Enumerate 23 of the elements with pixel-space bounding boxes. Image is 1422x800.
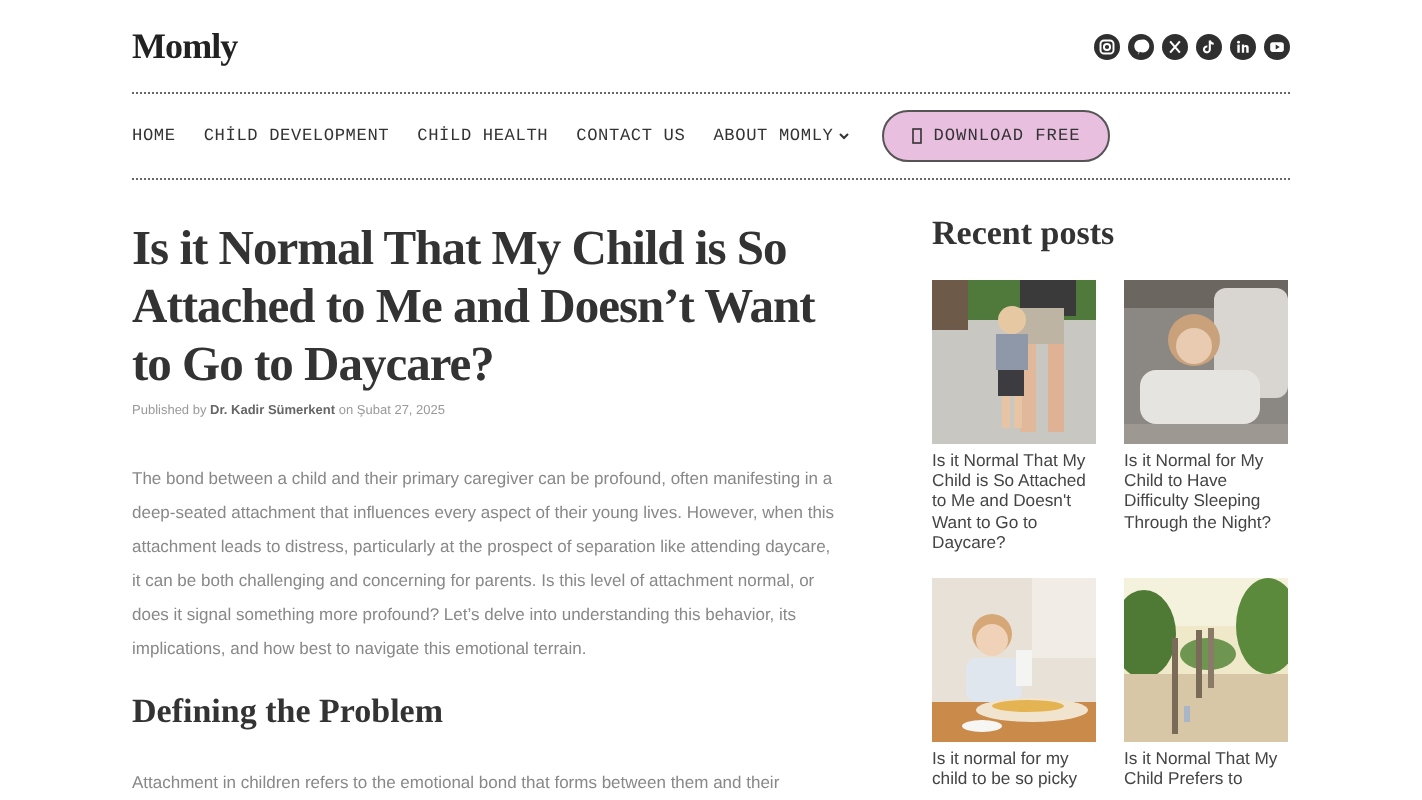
chevron-down-icon	[837, 129, 850, 142]
post-link[interactable]: Is it Normal That My Child Prefers to	[1124, 747, 1288, 789]
download-button[interactable]: DOWNLOAD FREE	[881, 110, 1111, 162]
site-logo[interactable]: Momly	[132, 19, 238, 73]
box-icon	[911, 128, 922, 144]
nav-link[interactable]: CHİLD DEVELOPMENT	[203, 123, 390, 149]
paragraph: The bond between a child and their primary caregiver can be profound, often manifesting in a deep-seated attachment that influences every aspect of their young lives. However, when this attachment leads to distress, particularly at the prospect of separation like attending daycare, it can be both challenging and concerning for parents. Is this level of attachment normal, or does it signal something more profound? Let’s delve into understanding this behavior, its implications, and how best to navigate this emotional terrain.	[132, 465, 837, 662]
article-title: Is it Normal That My Child is So Attached to Me and Doesn’t Want to Go to Daycare?	[132, 220, 818, 394]
sidebar-title: Recent posts	[932, 212, 1117, 256]
nav-link[interactable]: ABOUT MOMLY	[713, 123, 850, 149]
post-link[interactable]: Is it Normal for My Child to Have Difficulty Sleeping Through the Night?	[1124, 449, 1288, 533]
youtube-icon[interactable]	[1264, 33, 1290, 59]
nav-link[interactable]: HOME	[132, 123, 176, 149]
nav-link[interactable]: CONTACT US	[576, 123, 686, 149]
nav-link[interactable]: CHİLD HEALTH	[417, 123, 549, 149]
paragraph: Attachment in children refers to the emotional bond that forms between them and their	[132, 769, 782, 796]
tiktok-icon[interactable]	[1196, 33, 1222, 59]
instagram-icon[interactable]	[1094, 33, 1120, 59]
section-heading: Defining the Problem	[132, 689, 446, 734]
post-link[interactable]: Is it Normal That My Child is So Attached to Me and Doesn't Want to Go to Daycare?	[932, 449, 1096, 554]
post-link[interactable]: Is it normal for my child to be so picky	[932, 747, 1096, 789]
x-logo-icon[interactable]	[1162, 33, 1188, 59]
linkedin-icon[interactable]	[1230, 33, 1256, 59]
